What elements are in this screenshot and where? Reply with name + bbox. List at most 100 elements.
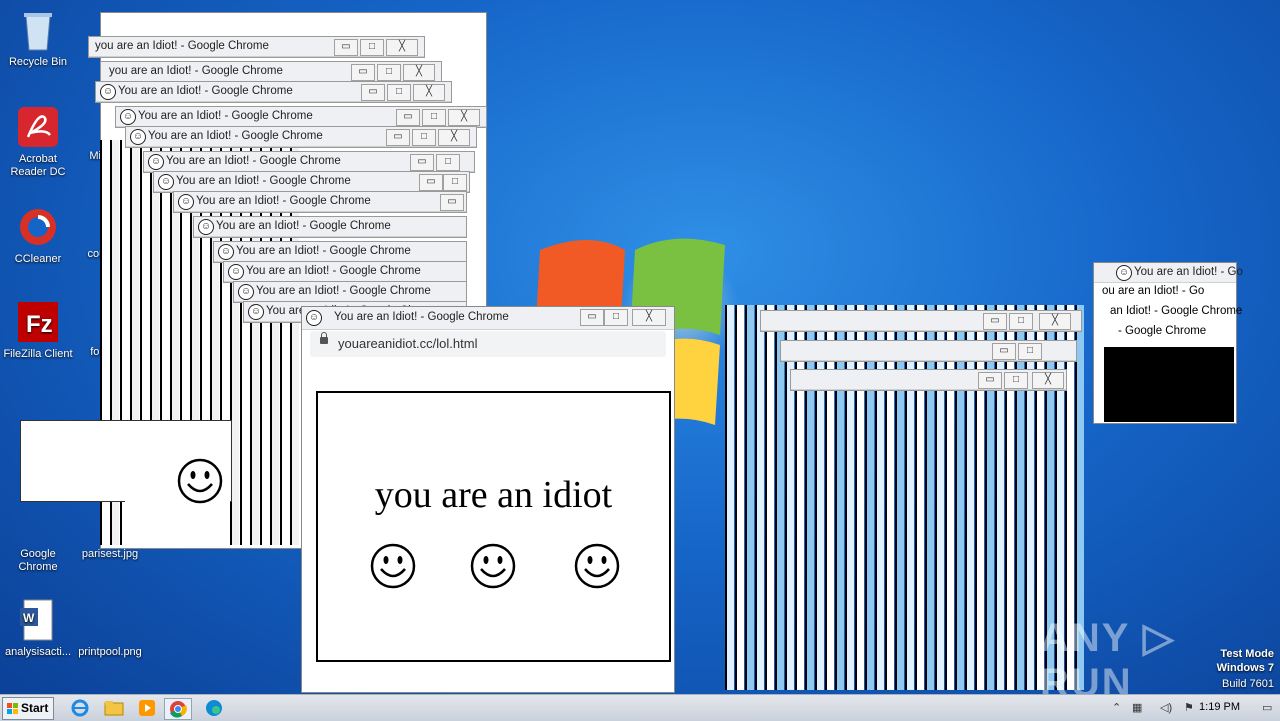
desktop-icon-recycle-bin[interactable]: Recycle Bin xyxy=(0,8,76,69)
desktop-icon-ccleaner[interactable]: CCleaner xyxy=(0,205,76,266)
desktop-icon-label: parisest.jpg xyxy=(81,548,139,560)
desktop-icon-chrome[interactable]: Google Chrome xyxy=(0,548,76,574)
title-bar[interactable]: ☺ You are an Idiot! - Google Chrome ▭ □ … xyxy=(302,307,674,330)
popup-window-right-1[interactable]: ▭ □ ╳ xyxy=(760,310,1082,332)
popup-window-stack-1[interactable]: you are an Idiot! - Google Chrome ▭ □ ╳ xyxy=(88,36,425,58)
maximize-button[interactable]: □ xyxy=(412,129,436,146)
title-bar[interactable]: ☺ You are an Idiot! - Google Chrome ▭ □ … xyxy=(116,107,486,127)
close-button[interactable]: ╳ xyxy=(413,84,445,101)
smiley-favicon-icon: ☺ xyxy=(158,174,174,190)
minimize-button[interactable]: ▭ xyxy=(978,372,1002,389)
title-bar[interactable]: ☺ You are an Idiot! - Google Chrome ▭ □ … xyxy=(96,82,451,102)
page-headline: you are an idiot xyxy=(374,474,613,516)
title-bar[interactable]: you are an Idiot! - Google Chrome ▭ □ ╳ xyxy=(89,37,424,57)
minimize-button[interactable]: ▭ xyxy=(361,84,385,101)
glitch-stripe xyxy=(985,305,994,690)
maximize-button[interactable]: □ xyxy=(436,154,460,171)
minimize-button[interactable]: ▭ xyxy=(351,64,375,81)
popup-window-stack-8[interactable]: ☺ You are an Idiot! - Google Chrome ▭ xyxy=(173,191,467,213)
title-bar[interactable]: ☺ You are an Idiot! - Google Chrome ▭ xyxy=(174,192,466,212)
popup-window-stack-4[interactable]: ☺ You are an Idiot! - Google Chrome ▭ □ … xyxy=(115,106,487,128)
tray-volume-icon[interactable]: ◁) xyxy=(1160,701,1172,714)
glitch-stripe xyxy=(945,305,954,690)
close-button[interactable]: ╳ xyxy=(632,309,666,326)
popup-window-main[interactable]: ☺ You are an Idiot! - Google Chrome ▭ □ … xyxy=(301,306,675,693)
desktop-icon-acrobat[interactable]: Acrobat Reader DC xyxy=(0,105,76,179)
close-button[interactable]: ╳ xyxy=(448,109,480,126)
minimize-button[interactable]: ▭ xyxy=(410,154,434,171)
minimize-button[interactable]: ▭ xyxy=(419,174,443,191)
title-bar[interactable]: ☺ You are an Idiot! - Google Chrome ▭ □ xyxy=(144,152,474,172)
popup-window-stack-12[interactable]: ☺ You are an Idiot! - Google Chrome xyxy=(233,281,467,303)
close-button[interactable]: ╳ xyxy=(386,39,418,56)
popup-window-stack-9[interactable]: ☺ You are an Idiot! - Google Chrome xyxy=(193,216,467,238)
maximize-button[interactable]: □ xyxy=(604,309,628,326)
title-bar[interactable]: ☺ You are an Idiot! - Google Chrome ▭ □ … xyxy=(126,127,476,147)
glitch-stripe xyxy=(1005,305,1014,690)
glitch-stripe xyxy=(785,305,794,690)
popup-window-right-2[interactable]: ▭ □ xyxy=(780,340,1077,362)
minimize-button[interactable]: ▭ xyxy=(440,194,464,211)
title-bar[interactable]: ☺ You are an Idiot! - Google Chrome xyxy=(234,282,466,302)
title-bar[interactable]: ☺ You are an Idiot! - Go xyxy=(1094,263,1243,283)
desktop-icon-parisest[interactable]: parisest.jpg xyxy=(72,548,148,561)
popup-window-stack-7[interactable]: ☺ You are an Idiot! - Google Chrome ▭ □ xyxy=(153,171,470,193)
maximize-button[interactable]: □ xyxy=(422,109,446,126)
file-explorer-icon[interactable] xyxy=(102,698,126,718)
close-button[interactable]: ╳ xyxy=(403,64,435,81)
popup-window-stack-5[interactable]: ☺ You are an Idiot! - Google Chrome ▭ □ … xyxy=(125,126,477,148)
show-desktop-icon[interactable]: ▭ xyxy=(1262,701,1272,714)
title-bar[interactable]: ☺ You are an Idiot! - Google Chrome ▭ □ xyxy=(154,172,469,192)
tray-show-hidden-icon[interactable]: ⌃ xyxy=(1112,701,1121,714)
maximize-button[interactable]: □ xyxy=(387,84,411,101)
minimize-button[interactable]: ▭ xyxy=(396,109,420,126)
edge-icon[interactable] xyxy=(202,698,226,718)
svg-text:W: W xyxy=(23,611,35,625)
desktop-icon-printpool[interactable]: printpool.png xyxy=(72,646,148,659)
title-bar[interactable]: ☺ You are an Idiot! - Google Chrome xyxy=(194,217,466,237)
title-bar[interactable]: ☺ You are an Idiot! - Google Chrome xyxy=(224,262,466,282)
filezilla-icon: Fz xyxy=(16,300,60,344)
popup-window-stack-10[interactable]: ☺ You are an Idiot! - Google Chrome xyxy=(213,241,467,263)
title-bar[interactable]: you are an Idiot! - Google Chrome ▭ □ ╳ xyxy=(101,62,441,82)
popup-window-far-right[interactable]: ☺ You are an Idiot! - Go ou are an Idiot… xyxy=(1093,262,1243,424)
tray-flag-icon[interactable]: ⚑ xyxy=(1184,701,1194,714)
ccleaner-icon xyxy=(16,205,60,249)
close-button[interactable]: ╳ xyxy=(1039,313,1071,330)
title-bar[interactable]: ▭ □ ╳ xyxy=(791,370,1066,390)
maximize-button[interactable]: □ xyxy=(1004,372,1028,389)
popup-window-stack-11[interactable]: ☺ You are an Idiot! - Google Chrome xyxy=(223,261,467,283)
maximize-button[interactable]: □ xyxy=(1009,313,1033,330)
address-bar[interactable]: youareanidiot.cc/lol.html xyxy=(310,331,666,357)
maximize-button[interactable]: □ xyxy=(360,39,384,56)
start-button[interactable]: Start xyxy=(2,697,54,720)
smiley-favicon-icon: ☺ xyxy=(238,284,254,300)
url-text: youareanidiot.cc/lol.html xyxy=(338,336,478,351)
popup-window-right-3[interactable]: ▭ □ ╳ xyxy=(790,369,1067,391)
title-bar[interactable]: ☺ You are an Idiot! - Google Chrome xyxy=(214,242,466,262)
minimize-button[interactable]: ▭ xyxy=(386,129,410,146)
title-bar[interactable]: ▭ □ xyxy=(781,341,1076,361)
maximize-button[interactable]: □ xyxy=(1018,343,1042,360)
tray-network-icon[interactable]: ▦ xyxy=(1132,701,1142,714)
minimize-button[interactable]: ▭ xyxy=(992,343,1016,360)
close-button[interactable]: ╳ xyxy=(438,129,470,146)
minimize-button[interactable]: ▭ xyxy=(334,39,358,56)
glitch-stripe xyxy=(1025,305,1034,690)
desktop-icon-filezilla[interactable]: Fz FileZilla Client xyxy=(0,300,76,361)
title-bar[interactable]: ▭ □ ╳ xyxy=(761,311,1081,331)
popup-window-stack-2[interactable]: you are an Idiot! - Google Chrome ▭ □ ╳ xyxy=(100,61,442,83)
popup-window-stack-6[interactable]: ☺ You are an Idiot! - Google Chrome ▭ □ xyxy=(143,151,475,173)
minimize-button[interactable]: ▭ xyxy=(580,309,604,326)
maximize-button[interactable]: □ xyxy=(443,174,467,191)
popup-window-stack-3[interactable]: ☺ You are an Idiot! - Google Chrome ▭ □ … xyxy=(95,81,452,103)
internet-explorer-icon[interactable] xyxy=(68,698,92,718)
maximize-button[interactable]: □ xyxy=(377,64,401,81)
taskbar-clock[interactable]: 1:19 PM xyxy=(1199,701,1240,713)
chrome-icon[interactable] xyxy=(164,698,192,720)
close-button[interactable]: ╳ xyxy=(1032,372,1064,389)
glitch-stripe xyxy=(775,305,784,690)
desktop-icon-analysis-doc[interactable]: W analysisacti... xyxy=(0,598,76,659)
media-player-icon[interactable] xyxy=(135,698,159,718)
minimize-button[interactable]: ▭ xyxy=(983,313,1007,330)
